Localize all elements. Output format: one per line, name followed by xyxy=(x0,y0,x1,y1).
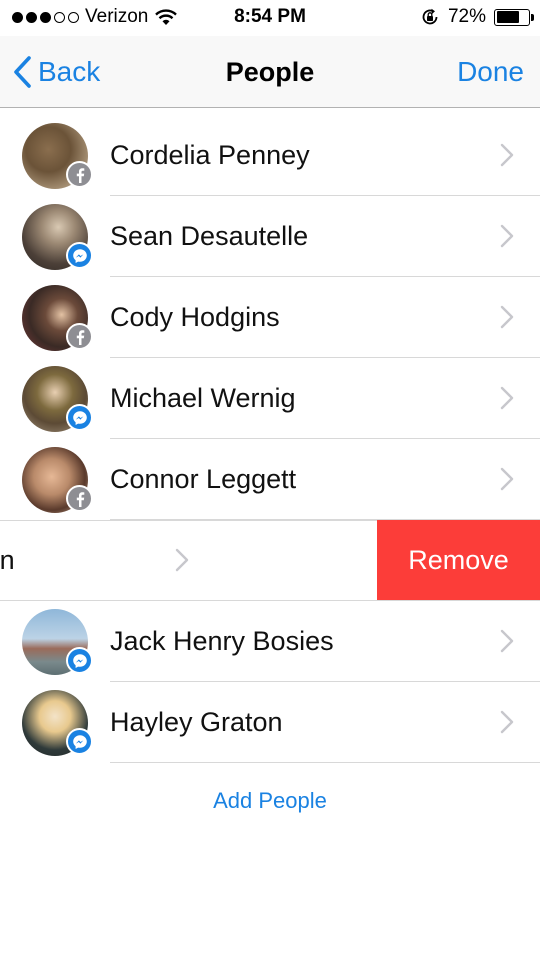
battery-level-fill xyxy=(496,11,519,23)
people-list: Cordelia Penney Sean Desautelle Cody Hod… xyxy=(0,115,540,763)
person-row[interactable]: Hayley Graton xyxy=(0,682,540,763)
person-name: Michael Wernig xyxy=(110,383,296,413)
status-right: 72% xyxy=(420,6,534,28)
person-row[interactable]: Cordelia Penney xyxy=(0,115,540,196)
person-name: Hayley Graton xyxy=(110,707,283,737)
person-name: nnon Anderson xyxy=(0,545,15,575)
messenger-badge-icon xyxy=(66,647,93,674)
person-row-swiped[interactable]: nnon Anderson Remove xyxy=(0,520,540,601)
chevron-right-icon xyxy=(500,710,514,734)
facebook-badge-icon xyxy=(66,485,93,512)
person-name: Sean Desautelle xyxy=(110,221,309,251)
chevron-right-icon xyxy=(500,386,514,410)
person-name: Connor Leggett xyxy=(110,464,297,494)
person-row[interactable]: Jack Henry Bosies xyxy=(0,601,540,682)
chevron-right-icon xyxy=(500,629,514,653)
chevron-right-icon xyxy=(500,467,514,491)
person-row[interactable]: Michael Wernig xyxy=(0,358,540,439)
messenger-badge-icon xyxy=(66,404,93,431)
person-row[interactable]: Sean Desautelle xyxy=(0,196,540,277)
person-name: Cody Hodgins xyxy=(110,302,280,332)
messenger-badge-icon xyxy=(66,242,93,269)
person-row[interactable]: Cody Hodgins xyxy=(0,277,540,358)
row-divider xyxy=(110,762,540,763)
rotation-lock-icon xyxy=(422,8,438,25)
facebook-badge-icon xyxy=(66,161,93,188)
status-bar: Verizon 8:54 PM 72% xyxy=(0,0,540,36)
messenger-badge-icon xyxy=(66,728,93,755)
chevron-right-icon xyxy=(500,224,514,248)
person-name: Jack Henry Bosies xyxy=(110,626,334,656)
person-name: Cordelia Penney xyxy=(110,140,310,170)
chevron-right-icon xyxy=(500,305,514,329)
facebook-badge-icon xyxy=(66,323,93,350)
navigation-bar: Back People Done xyxy=(0,36,540,108)
chevron-right-icon xyxy=(175,548,189,572)
battery-percent: 72% xyxy=(447,6,486,27)
person-row[interactable]: Connor Leggett xyxy=(0,439,540,520)
remove-button[interactable]: Remove xyxy=(377,520,540,601)
battery-icon xyxy=(494,8,534,26)
add-people-button[interactable]: Add People xyxy=(0,788,540,814)
done-button[interactable]: Done xyxy=(457,36,524,108)
chevron-right-icon xyxy=(500,143,514,167)
